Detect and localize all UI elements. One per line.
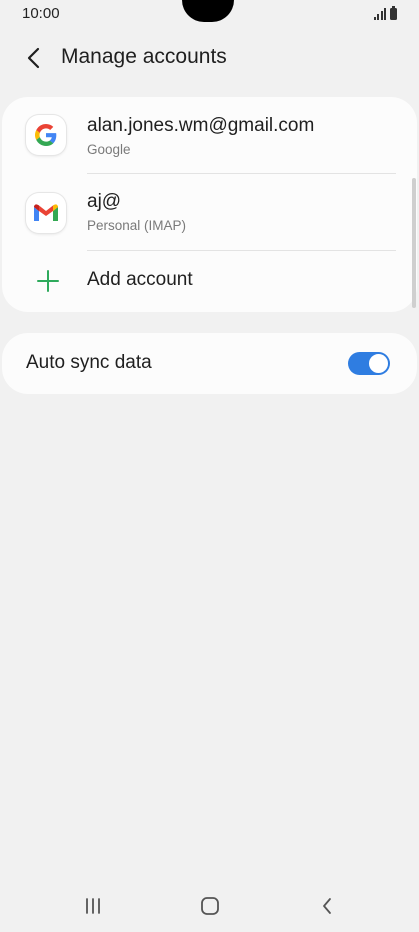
page-title: Manage accounts	[61, 45, 227, 68]
nav-back-button[interactable]	[307, 890, 347, 922]
recents-button[interactable]	[73, 890, 113, 922]
auto-sync-label: Auto sync data	[26, 352, 152, 373]
plus-icon	[37, 270, 59, 292]
status-time: 10:00	[22, 5, 60, 22]
status-bar: 10:00	[0, 0, 419, 28]
auto-sync-toggle[interactable]	[348, 352, 390, 375]
auto-sync-row[interactable]: Auto sync data	[2, 333, 417, 394]
account-type: Personal (IMAP)	[87, 218, 187, 233]
accounts-list: alan.jones.wm@gmail.com Google aj@ Perso…	[2, 97, 417, 312]
recents-icon	[86, 898, 100, 914]
gmail-icon	[26, 193, 66, 233]
google-icon	[26, 115, 66, 155]
account-item-imap[interactable]: aj@ Personal (IMAP)	[2, 174, 417, 250]
account-email: alan.jones.wm@gmail.com	[87, 115, 315, 136]
camera-notch	[182, 0, 234, 22]
account-email: aj@	[87, 191, 122, 212]
signal-icon	[373, 8, 386, 20]
scrollbar[interactable]	[412, 178, 416, 308]
add-account-button[interactable]: Add account	[2, 251, 417, 312]
app-header: Manage accounts	[0, 38, 419, 78]
account-item-google[interactable]: alan.jones.wm@gmail.com Google	[2, 97, 417, 173]
status-icons	[373, 6, 397, 20]
add-account-label: Add account	[87, 269, 193, 290]
back-button[interactable]	[18, 42, 50, 74]
back-icon	[323, 898, 331, 914]
battery-icon	[390, 6, 397, 20]
navigation-bar	[0, 880, 419, 932]
back-arrow-icon	[27, 47, 40, 69]
account-type: Google	[87, 142, 131, 157]
toggle-knob	[368, 353, 389, 374]
home-icon	[201, 897, 219, 915]
home-button[interactable]	[190, 890, 230, 922]
